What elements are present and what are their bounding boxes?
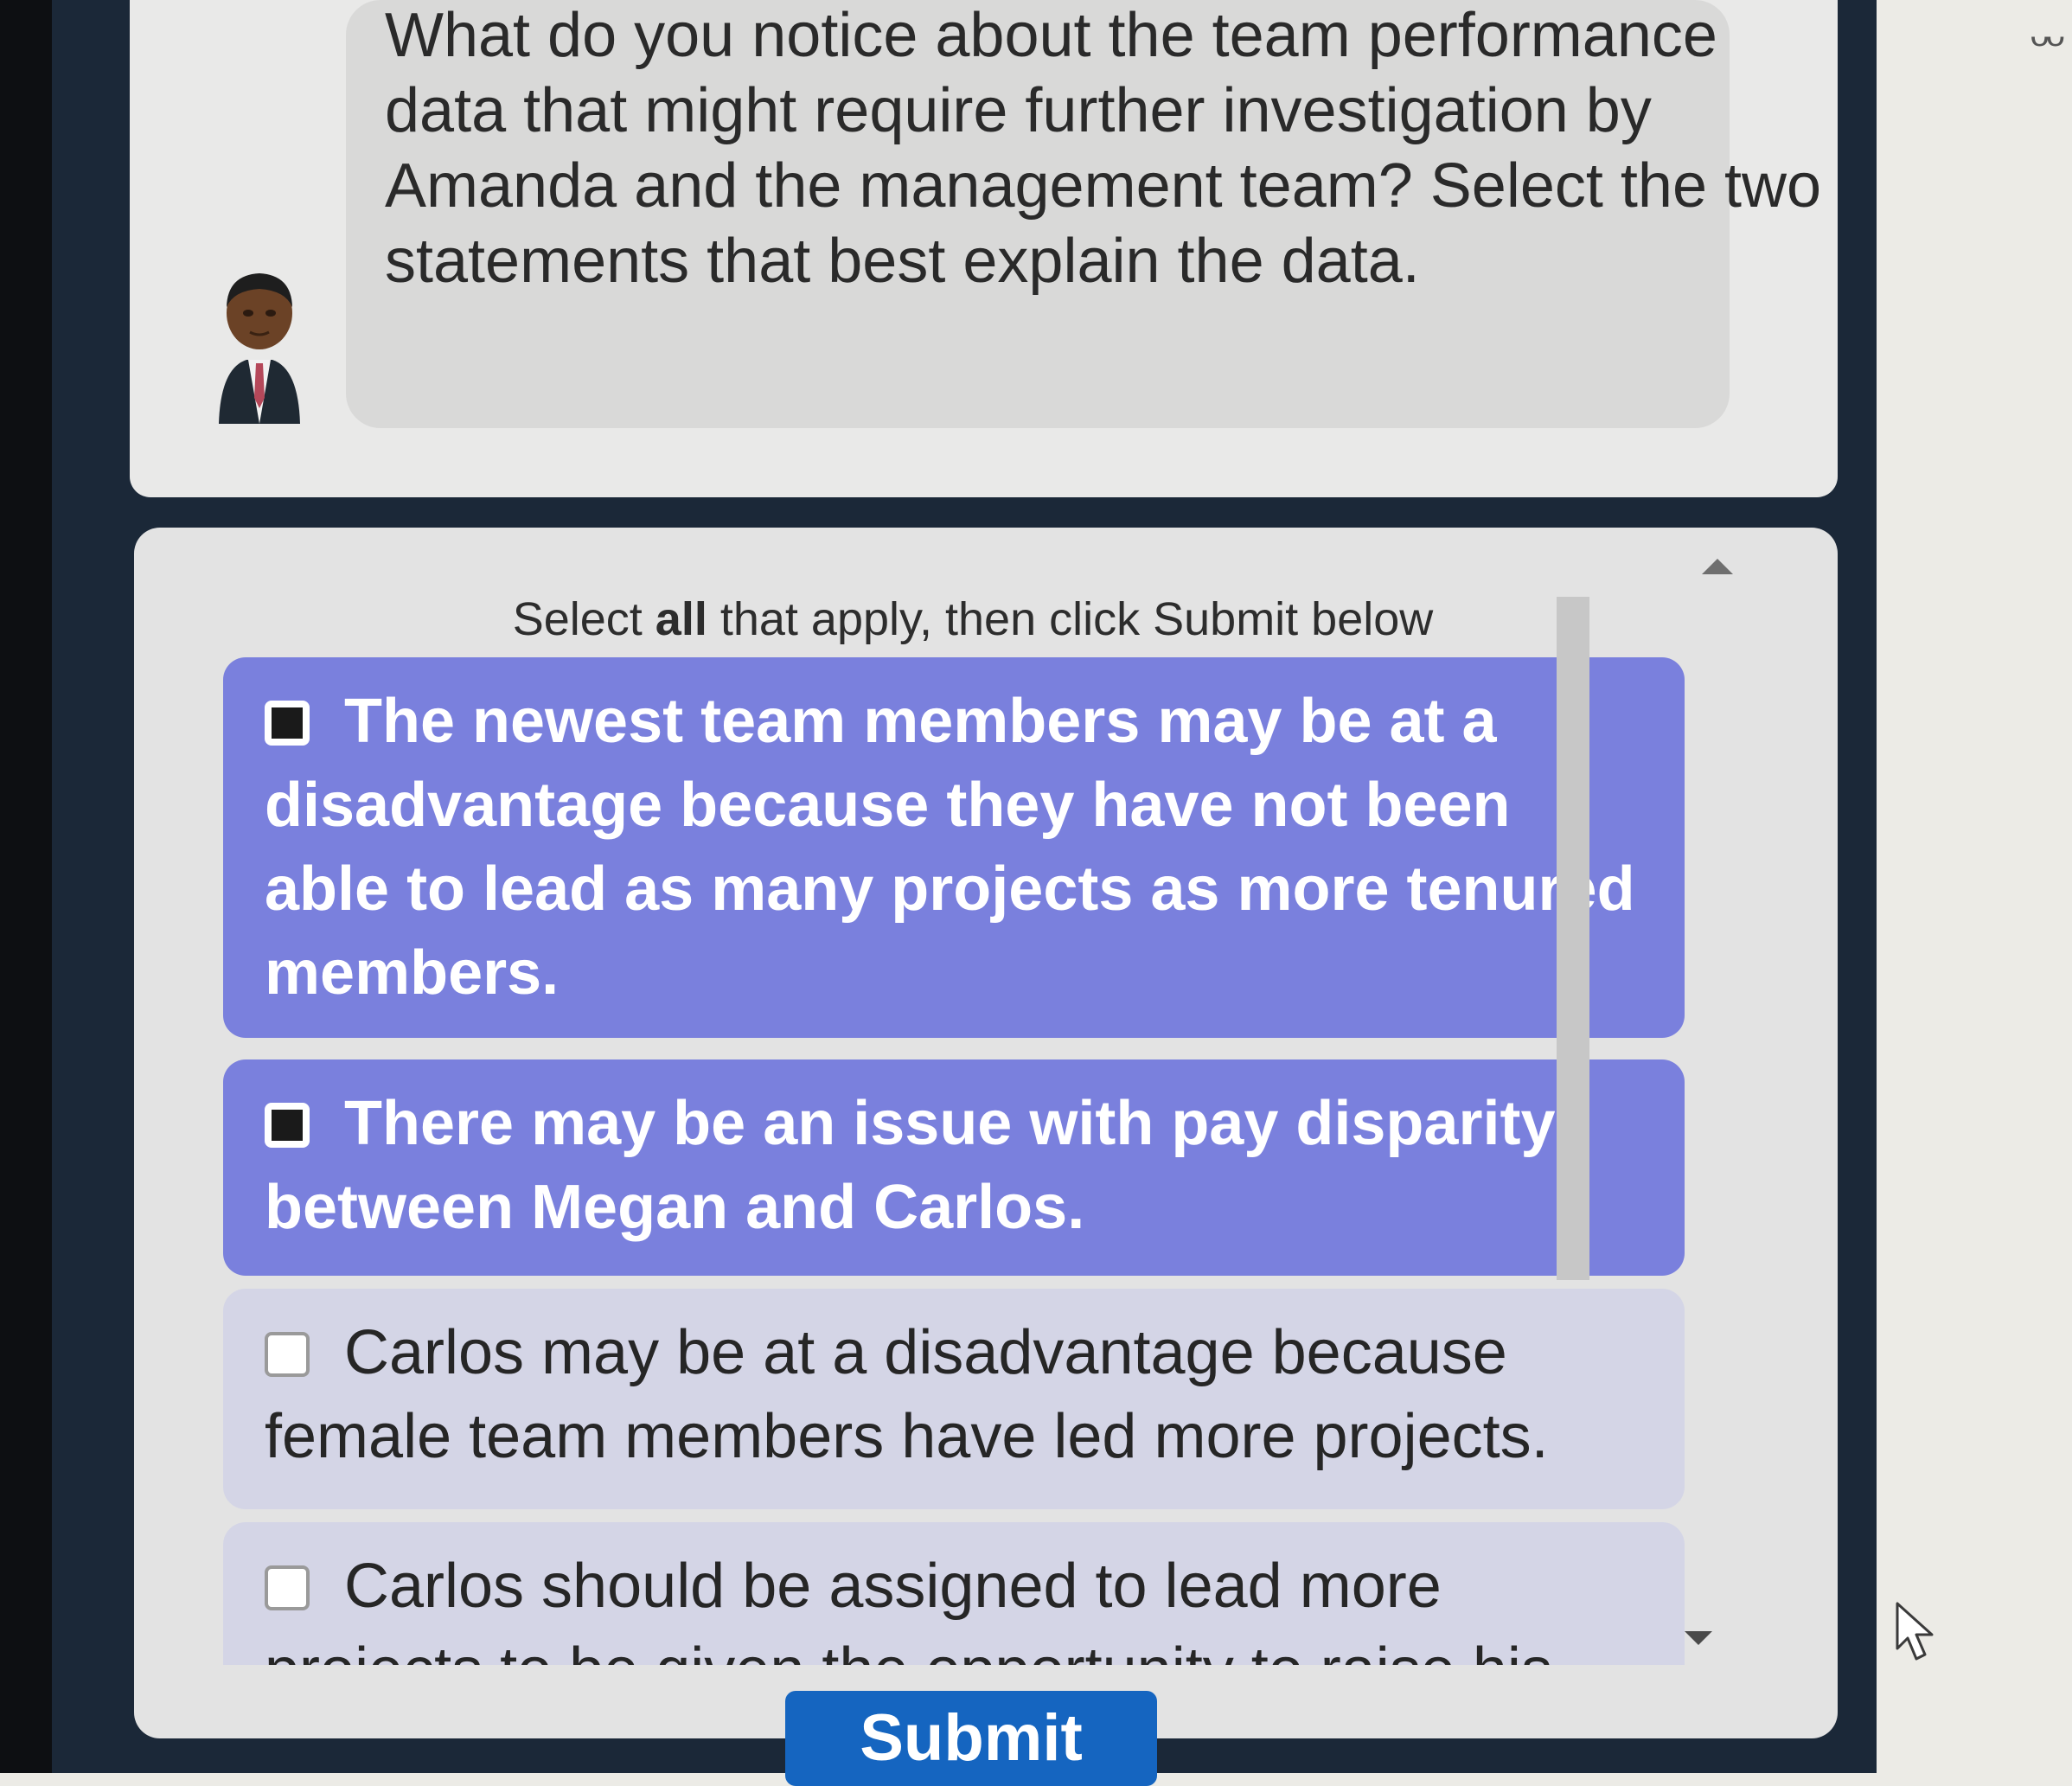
option-text: The newest team members may be at a disa… (265, 687, 1635, 1008)
question-card: What do you notice about the team perfor… (130, 0, 1838, 497)
screen-bezel (0, 0, 52, 1773)
checkbox-unchecked[interactable] (265, 1565, 310, 1610)
scroll-up-arrow-icon[interactable] (1702, 559, 1733, 574)
checkbox-checked[interactable] (265, 701, 310, 746)
scrollbar-thumb[interactable] (1557, 597, 1589, 1280)
scroll-down-arrow-icon[interactable] (1685, 1631, 1712, 1645)
answer-option[interactable]: Carlos may be at a disadvantage because … (223, 1289, 1685, 1509)
page-background: ᴗᴗ (1877, 0, 2072, 1773)
option-text: Carlos may be at a disadvantage because … (265, 1318, 1549, 1471)
answer-option[interactable]: Carlos should be assigned to lead more p… (223, 1522, 1685, 1665)
checkbox-unchecked[interactable] (265, 1332, 310, 1377)
submit-button[interactable]: Submit (785, 1691, 1157, 1786)
mouse-pointer-icon (1896, 1602, 1934, 1661)
person-avatar-icon (219, 273, 300, 424)
option-text: There may be an issue with pay disparity… (265, 1089, 1556, 1242)
checkbox-checked[interactable] (265, 1103, 310, 1148)
answer-option[interactable]: There may be an issue with pay disparity… (223, 1059, 1685, 1276)
question-text: What do you notice about the team perfor… (385, 1, 1822, 296)
option-text: Carlos should be assigned to lead more p… (265, 1552, 1552, 1665)
corner-decoration-icon: ᴗᴗ (2030, 16, 2065, 54)
answer-option[interactable]: The newest team members may be at a disa… (223, 657, 1685, 1038)
